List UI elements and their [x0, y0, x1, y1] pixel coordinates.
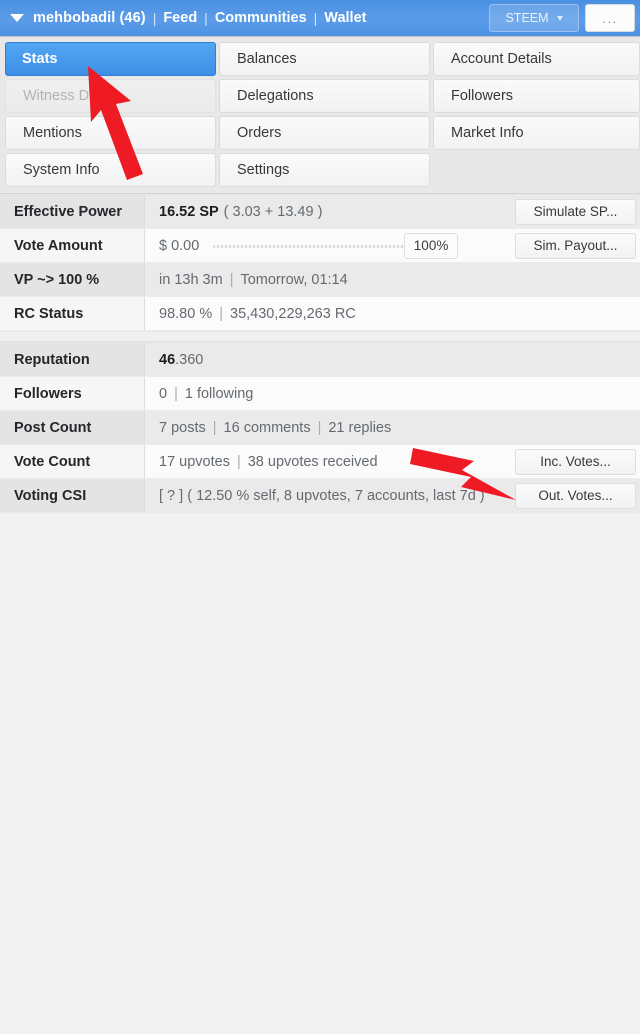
row-value: 98.80 % | 35,430,229,263 RC: [145, 297, 640, 330]
row-value: 46 .360: [145, 343, 640, 376]
nav-button-orders[interactable]: Orders: [219, 116, 430, 150]
table-row-voting-csi: Voting CSI [ ? ] ( 12.50 % self, 8 upvot…: [0, 479, 640, 513]
row-label: Followers: [0, 377, 145, 410]
vp-full-datetime: Tomorrow, 01:14: [240, 271, 348, 288]
value-separator: |: [212, 419, 217, 436]
nav-button-followers[interactable]: Followers: [433, 79, 640, 113]
header-separator-1: |: [152, 10, 157, 26]
nav-button-market-info[interactable]: Market Info: [433, 116, 640, 150]
row-value: 17 upvotes | 38 upvotes received: [145, 445, 515, 478]
reputation-frac: .360: [175, 351, 204, 368]
table-row-vote-amount: Vote Amount $ 0.00 100% Sim. Payout...: [0, 229, 640, 263]
nav-button-witness-detail: Witness Detail: [5, 79, 216, 113]
comments-count: 16 comments: [223, 419, 311, 436]
token-selector-label: STEEM: [505, 11, 549, 25]
nav-button-mentions[interactable]: Mentions: [5, 116, 216, 150]
followers-count: 0: [159, 385, 168, 402]
account-stats-page: mehbobadil (46) | Feed | Communities | W…: [0, 0, 640, 1034]
nav-button-stats[interactable]: Stats: [5, 42, 216, 76]
vp-time-remaining: in 13h 3m: [159, 271, 223, 288]
table-row-rc-status: RC Status 98.80 % | 35,430,229,263 RC: [0, 297, 640, 331]
header-separator-2: |: [204, 10, 208, 26]
row-value: $ 0.00 100%: [145, 229, 515, 262]
effective-power-value: 16.52 SP: [159, 203, 219, 220]
value-separator: |: [236, 453, 241, 470]
overflow-menu-button[interactable]: ...: [585, 4, 635, 32]
table-row-vote-count: Vote Count 17 upvotes | 38 upvotes recei…: [0, 445, 640, 479]
row-action-slot: Inc. Votes...: [515, 445, 640, 478]
nav-link-communities[interactable]: Communities: [215, 10, 307, 26]
incoming-votes-button[interactable]: Inc. Votes...: [515, 448, 636, 475]
rc-percent: 98.80 %: [159, 305, 213, 322]
nav-grid: Stats Balances Account Details Witness D…: [5, 42, 640, 187]
value-separator: |: [229, 271, 234, 288]
nav-button-account-details[interactable]: Account Details: [433, 42, 640, 76]
reputation-int: 46: [159, 351, 176, 368]
table-row-vp-recharge: VP ~> 100 % in 13h 3m | Tomorrow, 01:14: [0, 263, 640, 297]
simulate-sp-button[interactable]: Simulate SP...: [515, 198, 636, 225]
header-separator-3: |: [313, 10, 318, 26]
row-action-slot: Out. Votes...: [515, 479, 640, 512]
nav-button-system-info[interactable]: System Info: [5, 153, 216, 187]
chevron-down-icon: [556, 15, 563, 21]
caret-down-icon[interactable]: [10, 14, 24, 22]
header-right-controls: STEEM ...: [489, 0, 640, 36]
replies-count: 21 replies: [328, 419, 392, 436]
voting-csi-detail: [ ? ] ( 12.50 % self, 8 upvotes, 7 accou…: [159, 487, 485, 504]
outgoing-votes-button[interactable]: Out. Votes...: [515, 482, 636, 509]
row-label: RC Status: [0, 297, 145, 330]
stats-table-group-2: Reputation 46 .360 Followers 0 | 1 follo…: [0, 342, 640, 513]
row-label: Post Count: [0, 411, 145, 444]
upvotes-received: 38 upvotes received: [247, 453, 378, 470]
row-value: in 13h 3m | Tomorrow, 01:14: [145, 263, 640, 296]
upvotes-given: 17 upvotes: [159, 453, 230, 470]
stats-table-group-1: Effective Power 16.52 SP ( 3.03 + 13.49 …: [0, 194, 640, 331]
slider-thumb-label[interactable]: 100%: [403, 232, 459, 259]
section-nav-grid: Stats Balances Account Details Witness D…: [0, 37, 640, 194]
row-label: Vote Count: [0, 445, 145, 478]
nav-grid-empty-cell: [433, 153, 640, 187]
rc-absolute: 35,430,229,263 RC: [230, 305, 356, 322]
effective-power-breakdown: ( 3.03 + 13.49 ): [223, 203, 323, 220]
row-label: Reputation: [0, 343, 145, 376]
value-separator: |: [174, 385, 178, 402]
table-row-reputation: Reputation 46 .360: [0, 343, 640, 377]
row-label: Effective Power: [0, 195, 145, 228]
token-selector[interactable]: STEEM: [489, 4, 579, 32]
table-row-followers: Followers 0 | 1 following: [0, 377, 640, 411]
account-name-label[interactable]: mehbobadil (46): [33, 10, 146, 26]
vote-amount-value: $ 0.00: [159, 237, 200, 254]
nav-link-wallet[interactable]: Wallet: [324, 10, 366, 26]
value-separator: |: [317, 419, 322, 436]
row-label: Voting CSI: [0, 479, 145, 512]
table-row-effective-power: Effective Power 16.52 SP ( 3.03 + 13.49 …: [0, 195, 640, 229]
page-bottom-filler: [0, 513, 640, 1034]
posts-count: 7 posts: [159, 419, 206, 436]
row-value: 7 posts | 16 comments | 21 replies: [145, 411, 640, 444]
row-label: Vote Amount: [0, 229, 145, 262]
nav-link-feed[interactable]: Feed: [163, 10, 197, 26]
nav-button-balances[interactable]: Balances: [219, 42, 430, 76]
top-header-bar: mehbobadil (46) | Feed | Communities | W…: [0, 0, 640, 37]
value-separator: |: [219, 305, 223, 322]
row-label: VP ~> 100 %: [0, 263, 145, 296]
nav-button-settings[interactable]: Settings: [219, 153, 430, 187]
row-value: [ ? ] ( 12.50 % self, 8 upvotes, 7 accou…: [145, 479, 515, 512]
nav-button-delegations[interactable]: Delegations: [219, 79, 430, 113]
table-row-post-count: Post Count 7 posts | 16 comments | 21 re…: [0, 411, 640, 445]
following-count: 1 following: [184, 385, 254, 402]
row-action-slot: Simulate SP...: [515, 195, 640, 228]
row-action-slot: Sim. Payout...: [515, 229, 640, 262]
table-group-divider: [0, 331, 640, 342]
row-value: 0 | 1 following: [145, 377, 640, 410]
row-value: 16.52 SP ( 3.03 + 13.49 ): [145, 195, 515, 228]
sim-payout-button[interactable]: Sim. Payout...: [515, 232, 636, 259]
